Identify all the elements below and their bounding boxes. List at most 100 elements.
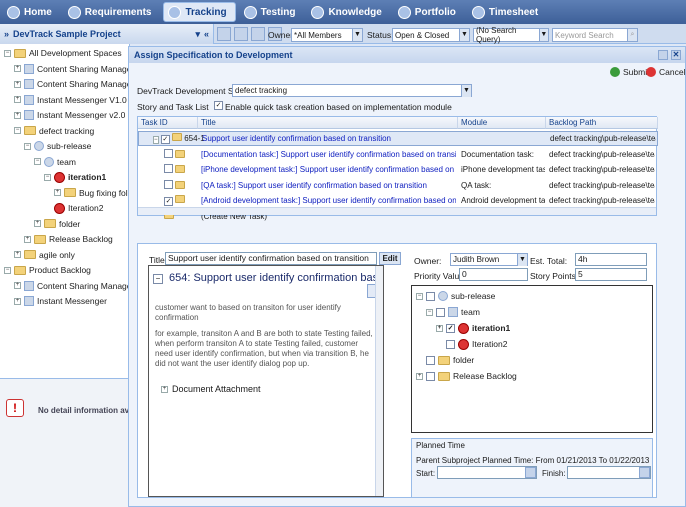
checkbox[interactable] — [446, 339, 455, 349]
task-title-cell[interactable]: Support user identify confirmation based… — [202, 134, 457, 143]
expand-icon[interactable]: + — [14, 80, 21, 88]
copy-icon[interactable] — [234, 27, 248, 41]
column-module[interactable]: Module — [458, 117, 546, 129]
left-tree-item[interactable]: − sub-release — [24, 139, 91, 153]
column-title[interactable]: Title — [198, 117, 458, 129]
table-row[interactable]: [Documentation task:] Support user ident… — [138, 147, 658, 162]
collapse-section-icon[interactable]: − — [153, 274, 163, 284]
document-attachment-toggle[interactable]: + Document Attachment — [161, 384, 261, 394]
checkbox[interactable] — [436, 307, 445, 317]
priority-field[interactable]: 0 — [459, 268, 528, 281]
close-icon[interactable]: ✕ — [671, 50, 681, 60]
left-tree-item[interactable]: − Product Backlog — [4, 263, 91, 277]
tab-timesheet[interactable]: Timesheet — [468, 2, 546, 22]
left-tree-item[interactable]: + folder — [34, 217, 80, 231]
checkbox-checked[interactable]: ✓ — [446, 323, 455, 333]
left-tree-item[interactable]: + agile only — [14, 248, 75, 262]
task-title-cell[interactable]: [Documentation task:] Support user ident… — [201, 150, 456, 159]
column-task-id[interactable]: Task ID — [138, 117, 198, 129]
expand-icon[interactable]: − — [14, 127, 21, 134]
row-checkbox[interactable] — [164, 164, 173, 173]
expand-icon[interactable]: + — [24, 235, 31, 243]
collapse-left-icon[interactable]: « — [204, 29, 209, 39]
est-total-field[interactable]: 4h — [575, 253, 647, 266]
table-row[interactable]: ✓ [Android development task:] Support us… — [138, 193, 658, 208]
list-view-icon[interactable] — [217, 27, 231, 41]
horizontal-scrollbar[interactable] — [138, 207, 656, 215]
expand-icon[interactable]: − — [4, 49, 11, 57]
edit-button[interactable]: Edit — [379, 252, 401, 265]
expand-icon[interactable]: − — [4, 266, 11, 274]
left-tree-item[interactable]: + Content Sharing Manager — [14, 62, 134, 76]
status-filter-select[interactable]: Open & Closed ▼ — [392, 28, 470, 42]
expand-icon[interactable]: + — [34, 220, 41, 227]
expand-icon[interactable]: − — [44, 173, 51, 181]
left-tree-item[interactable]: + Bug fixing folde — [54, 186, 137, 200]
table-row[interactable]: [QA task:] Support user identify confirm… — [138, 178, 658, 193]
chart-icon[interactable] — [251, 27, 265, 41]
row-checkbox[interactable] — [164, 148, 173, 158]
left-tree-item[interactable]: + Instant Messenger v2.0 (I — [14, 108, 133, 122]
story-points-field[interactable]: 5 — [575, 268, 647, 281]
left-tree-item[interactable]: + Content Sharing Manager — [14, 77, 134, 91]
collapse-icon[interactable]: » — [4, 29, 9, 39]
task-title-cell[interactable]: [Android development task:] Support user… — [201, 196, 456, 205]
left-tree-item[interactable]: + Content Sharing Manager — [14, 279, 134, 293]
task-title-cell[interactable]: [QA task:] Support user identify confirm… — [201, 181, 456, 190]
expand-icon[interactable]: + — [14, 251, 21, 258]
task-title-cell[interactable]: [iPhone development task:] Support user … — [201, 165, 456, 174]
minimize-icon[interactable] — [658, 50, 668, 60]
left-tree-item[interactable]: + Instant Messenger — [14, 294, 107, 308]
calendar-icon[interactable] — [525, 467, 536, 478]
column-backlog-path[interactable]: Backlog Path — [546, 117, 658, 129]
owner-select[interactable]: Judith Brown ▼ — [450, 253, 528, 266]
tab-tracking[interactable]: Tracking — [163, 2, 236, 22]
tab-requirements[interactable]: Requirements — [64, 2, 160, 22]
tab-portfolio[interactable]: Portfolio — [394, 2, 464, 22]
left-tree-item[interactable]: − defect tracking — [14, 124, 94, 138]
expand-icon[interactable]: + — [14, 282, 21, 289]
development-space-select[interactable]: defect tracking ▼ — [232, 84, 472, 97]
table-row[interactable]: [iPhone development task:] Support user … — [138, 162, 658, 177]
left-tree-item[interactable]: + Release Backlog — [24, 232, 113, 246]
table-row[interactable]: − ✓ 654-1 Support user identify confirmat… — [138, 131, 658, 146]
expand-icon[interactable]: + — [54, 189, 61, 196]
tree-item-team[interactable]: − team — [426, 305, 480, 319]
filter-icon[interactable]: ▾ — [195, 29, 200, 40]
expand-icon[interactable]: + — [14, 96, 21, 103]
expand-icon[interactable]: + — [14, 65, 21, 72]
row-checkbox[interactable]: ✓ — [160, 135, 170, 144]
expand-icon[interactable]: − — [24, 142, 31, 150]
tab-knowledge[interactable]: Knowledge — [307, 2, 389, 22]
tree-item-sub-release[interactable]: − sub-release — [416, 289, 495, 303]
vertical-scrollbar[interactable] — [375, 266, 383, 496]
row-checkbox[interactable]: ✓ — [164, 197, 173, 206]
calendar-icon[interactable] — [639, 467, 650, 478]
keyword-search-input[interactable]: Keyword Search ⌕ — [552, 28, 638, 42]
search-query-select[interactable]: (No Search Query) ▼ — [473, 26, 549, 44]
expand-icon[interactable]: + — [14, 111, 21, 119]
left-tree-item[interactable]: − team — [34, 155, 76, 169]
owner-filter-select[interactable]: *All Members ▼ — [291, 28, 363, 42]
checkbox[interactable] — [426, 291, 435, 301]
title-field[interactable]: Support user identify confirmation based… — [165, 252, 377, 265]
left-tree-item[interactable]: − All Development Spaces — [4, 46, 122, 60]
expand-icon[interactable]: − — [34, 158, 41, 165]
row-checkbox[interactable] — [164, 179, 173, 189]
left-tree-item[interactable]: +Iteration2 — [44, 201, 103, 215]
collapse-icon[interactable]: − — [153, 136, 159, 144]
submit-button[interactable]: Submit — [610, 67, 649, 77]
quick-task-checkbox[interactable]: ✓ — [214, 101, 223, 110]
checkbox[interactable] — [426, 371, 435, 381]
tab-home[interactable]: Home — [3, 2, 60, 22]
tree-item-iteration2[interactable]: Iteration2 — [446, 337, 507, 351]
tree-item-iteration1[interactable]: + ✓ iteration1 — [436, 321, 510, 335]
tab-testing[interactable]: Testing — [240, 2, 304, 22]
left-tree-item[interactable]: + Instant Messenger V1.0 ( — [14, 93, 132, 107]
tree-item-folder[interactable]: folder — [426, 353, 474, 367]
cancel-button[interactable]: Cancel — [646, 67, 685, 77]
expand-icon[interactable]: + — [14, 297, 21, 305]
checkbox[interactable] — [426, 355, 435, 365]
tree-item-release-backlog[interactable]: + Release Backlog — [416, 369, 517, 383]
left-tree-item[interactable]: − iteration1 — [44, 170, 106, 184]
